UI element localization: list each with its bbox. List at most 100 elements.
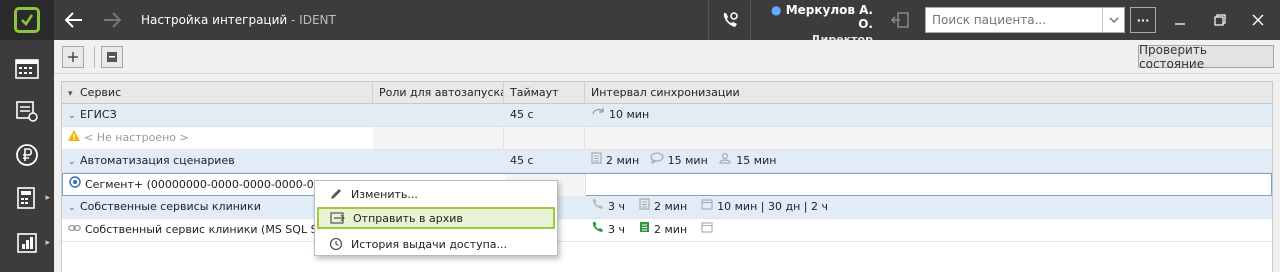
list-item[interactable]: Сегмент+ (00000000-0000-0000-0000-000000… [62,173,1272,196]
context-menu: Изменить... Отправить в архив История вы… [314,180,558,256]
interval-cell: 2 мин 15 мин 15 мин [585,150,985,172]
minimize-icon[interactable] [1168,0,1192,40]
warning-icon [68,127,80,149]
phone-settings-icon[interactable] [716,0,744,40]
column-header-timeout[interactable]: Таймаут [504,82,585,104]
toolbar: Проверить состояние [54,40,1280,74]
segment-icon [69,174,81,196]
user-icon: ● [771,3,782,17]
list-item[interactable]: < Не настроено > [62,127,1272,150]
group-label: Собственные сервисы клиники [80,200,261,213]
search-input[interactable] [926,8,1102,32]
menu-item-edit[interactable]: Изменить... [317,183,555,205]
timeout-value: 45 с [510,154,534,167]
menu-item-label: История выдачи доступа... [351,237,508,251]
restore-icon[interactable] [1208,0,1232,40]
interval-cell [586,174,1272,196]
interval-value: 3 ч [608,200,625,213]
interval-value: 2 мин [654,200,688,213]
app-logo[interactable] [0,0,54,40]
interval-value: 3 ч [608,223,625,236]
doc-icon [639,196,650,218]
column-header-label: Сервис [80,86,122,99]
patient-search[interactable] [925,7,1125,33]
plus-icon [68,52,78,62]
window-title: Настройка интеграций - IDENT [141,0,336,40]
timeout-value: 45 с [510,108,534,121]
interval-value: 15 мин [736,154,777,167]
column-header-service[interactable]: ▾ Сервис [62,82,373,104]
divider [750,0,751,40]
group-row[interactable]: ⌄ Собственные сервисы клиники 3 ч 2 мин 1… [62,196,1272,219]
documents-icon[interactable] [0,90,54,132]
group-name: ⌄ ЕГИСЗ [62,104,373,126]
chevron-down-icon[interactable] [1102,8,1124,32]
window-title-sep: - [287,13,300,27]
calendar-icon [701,219,713,241]
history-icon [327,237,345,251]
chevron-down-icon[interactable]: ⌄ [68,151,80,172]
chevron-down-icon[interactable]: ⌄ [68,105,80,126]
check-logo-icon [14,7,40,33]
schedule-icon[interactable] [0,47,54,89]
archive-box-icon [107,52,117,62]
title-bar: Настройка интеграций - IDENT ● Меркулов … [0,0,1280,46]
calculator-icon[interactable]: ▸ [0,177,54,219]
grid-header: ▾ Сервис Роли для автозапуска Таймаут Инт… [62,82,1272,104]
column-header-interval[interactable]: Интервал синхронизации [585,82,1272,104]
ruble-icon[interactable] [0,134,54,176]
column-header-roles[interactable]: Роли для автозапуска [373,82,504,104]
reports-chart-icon[interactable]: ▸ [0,222,54,264]
toolbar-divider [94,46,95,68]
add-button[interactable] [62,46,84,68]
group-row[interactable]: ⌄ ЕГИСЗ 45 с 10 мин [62,104,1272,127]
group-label: ЕГИСЗ [80,108,117,121]
close-icon[interactable] [1246,0,1270,40]
left-nav: ▸ ▸ [0,40,54,272]
archive-icon [329,211,347,225]
interval-cell: 10 мин [585,104,885,126]
group-row[interactable]: ⌄ Автоматизация сценариев 45 с 2 мин 15 м… [62,150,1272,173]
interval-cell: 3 ч 2 мин [585,219,985,241]
interval-cell: 3 ч 2 мин 10 мин | 30 дн | 2 ч [585,196,985,218]
forward-arrow-icon[interactable] [100,0,124,40]
integrations-grid: ▾ Сервис Роли для автозапуска Таймаут Инт… [61,81,1273,272]
person-icon [718,150,732,172]
menu-item-archive[interactable]: Отправить в архив [317,207,555,229]
timeout-cell [504,127,585,149]
chevron-down-icon[interactable]: ⌄ [68,197,80,218]
service-cell: < Не настроено > [62,127,373,149]
menu-item-access-history[interactable]: История выдачи доступа... [317,233,555,255]
phone-icon [591,219,604,241]
link-icon [68,219,81,241]
chat-icon [650,150,664,172]
chevron-right-icon: ▸ [45,193,50,203]
window-title-main: Настройка интеграций [141,13,288,27]
service-name: < Не настроено > [84,131,189,144]
divider [708,0,709,40]
group-label: Автоматизация сценариев [80,154,235,167]
back-arrow-icon[interactable] [62,0,86,40]
window-subtitle: IDENT [299,13,336,27]
sync-icon [591,104,605,126]
group-name: ⌄ Автоматизация сценариев [62,150,373,172]
calendar-icon [701,196,713,218]
interval-value: 2 мин [654,223,688,236]
pencil-icon [327,187,345,201]
logout-icon[interactable] [886,0,914,40]
interval-cell [585,127,1272,149]
chevron-right-icon: ▸ [45,238,50,248]
archive-button[interactable] [101,46,123,68]
list-item[interactable]: Собственный сервис клиники (MS SQL Se 3 … [62,219,1272,242]
doc-icon [639,219,650,241]
interval-value: 2 мин [606,154,640,167]
more-button[interactable]: ··· [1130,7,1156,33]
check-status-button[interactable]: Проверить состояние [1138,43,1274,71]
interval-value: 15 мин [667,154,708,167]
interval-value: 10 мин [609,108,650,121]
menu-item-label: Отправить в архив [353,211,463,225]
sort-arrow-icon: ▾ [68,89,73,99]
roles-cell [373,127,504,149]
doc-icon [591,150,602,172]
phone-icon [591,196,604,218]
